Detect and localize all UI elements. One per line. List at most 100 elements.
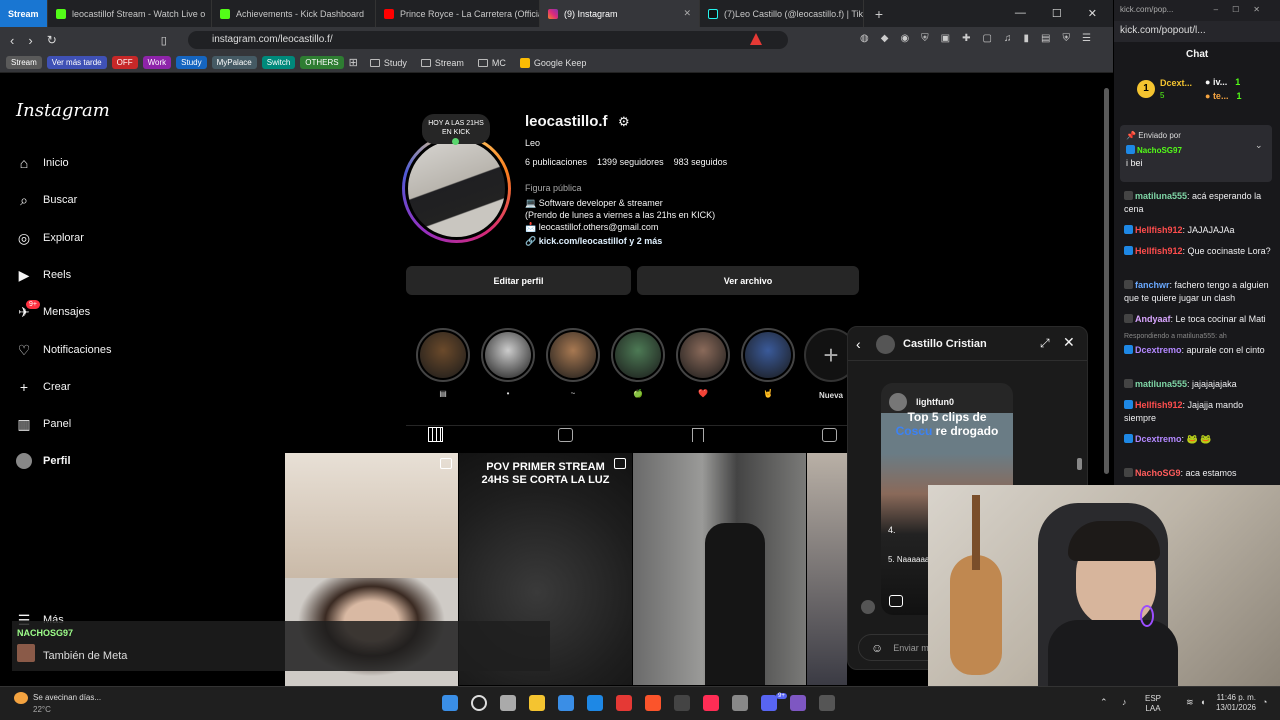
chat-message[interactable]: fanchwr: fachero tengo a alguien que te … (1124, 279, 1274, 305)
bookmark-chip[interactable]: OTHERS (300, 56, 344, 69)
bookmark-chip[interactable]: Switch (261, 56, 296, 69)
chat-username[interactable]: Andyaaf (1135, 314, 1171, 324)
close-icon[interactable]: ✕ (1063, 334, 1075, 351)
tiktok-icon[interactable] (703, 695, 719, 711)
chat-message[interactable]: Hellfish912: Que cocinaste Lora? (1124, 245, 1274, 258)
saved-tab-icon[interactable] (692, 428, 704, 442)
leaderboard-user[interactable]: ● iv... 1 (1205, 77, 1240, 87)
start-icon[interactable] (442, 695, 458, 711)
tab-youtube[interactable]: Prince Royce - La Carretera (Official V (376, 0, 540, 27)
chat-message[interactable]: matiluna555: jajajajajaka (1124, 378, 1274, 391)
extension-icon[interactable]: ◍ (860, 33, 869, 44)
edit-profile-button[interactable]: Editar perfil (406, 266, 631, 295)
profile-avatar-ring[interactable] (402, 134, 511, 243)
bookmark-icon[interactable]: ▯ (161, 34, 167, 47)
view-archive-button[interactable]: Ver archivo (637, 266, 859, 295)
nav-crear[interactable]: + Crear (16, 379, 71, 395)
brave-icon[interactable] (645, 695, 661, 711)
following-count[interactable]: 983 seguidos (674, 157, 728, 167)
story-highlight[interactable] (676, 328, 730, 382)
story-highlight[interactable] (741, 328, 795, 382)
puzzle-icon[interactable]: ✚ (962, 33, 970, 44)
story-highlight[interactable] (416, 328, 470, 382)
chat-message[interactable]: NachoSG9: aca estamos (1124, 467, 1274, 480)
leaderboard-user[interactable]: ● te... 1 (1205, 91, 1241, 101)
chat-username[interactable]: Hellfish912 (1135, 246, 1183, 256)
nav-buscar[interactable]: ⌕ Buscar (16, 192, 77, 208)
nav-explorar[interactable]: ◎ Explorar (16, 230, 84, 246)
minimize-icon[interactable]: — (1015, 7, 1026, 20)
grid-tab-icon[interactable] (428, 427, 443, 442)
store-icon[interactable] (558, 695, 574, 711)
screenshot-icon[interactable]: ▢ (983, 33, 992, 44)
chat-username[interactable]: Dcextremo (1135, 345, 1182, 355)
app-icon[interactable] (616, 695, 632, 711)
file-explorer-icon[interactable] (529, 695, 545, 711)
page-scrollbar[interactable] (1104, 88, 1109, 474)
chat-message[interactable]: Hellfish912: Jajajja mando siempre (1124, 399, 1274, 425)
instagram-logo[interactable]: Instagram (16, 100, 110, 121)
app-icon[interactable] (587, 695, 603, 711)
nav-panel[interactable]: ▥ Panel (16, 416, 71, 432)
chat-message[interactable]: Dcextremo: apurale con el cinto (1124, 344, 1274, 357)
volume-icon[interactable]: ◖ (1200, 697, 1205, 707)
nav-reels[interactable]: ▶ Reels (16, 267, 72, 283)
chat-username[interactable]: Hellfish912 (1135, 225, 1183, 235)
tab-kick-dashboard[interactable]: Achievements - Kick Dashboard (212, 0, 376, 27)
nav-notificaciones[interactable]: ♡ Notificaciones (16, 342, 112, 358)
chat-username[interactable]: Hellfish912 (1135, 400, 1183, 410)
notifications-icon[interactable]: ◔ (1262, 697, 1267, 707)
banner-text[interactable]: También de Meta (43, 650, 127, 662)
tab-tiktok[interactable]: (7)Leo Castillo (@leocastillo.f) | TikTo (700, 0, 864, 27)
chat-username[interactable]: fanchwr (1135, 280, 1170, 290)
extension-icon[interactable]: ◆ (881, 33, 889, 44)
grid-post[interactable] (807, 453, 847, 685)
close-tab-icon[interactable]: ✕ (677, 8, 691, 19)
app-icon[interactable] (790, 695, 806, 711)
bookmark-google-keep[interactable]: Google Keep (519, 57, 586, 68)
music-icon[interactable]: ♫ (1004, 33, 1012, 44)
story-highlight[interactable] (611, 328, 665, 382)
apps-grid-icon[interactable]: ⊞ (349, 56, 358, 69)
dm-avatar[interactable] (876, 335, 895, 354)
task-view-icon[interactable] (500, 695, 516, 711)
search-icon[interactable] (471, 695, 487, 711)
language-indicator[interactable]: ESP LAA (1145, 694, 1161, 714)
bookmark-chip[interactable]: Ver más tarde (46, 56, 107, 69)
vpn-icon[interactable]: ⛨ (1062, 33, 1070, 44)
extension-icon[interactable]: ▣ (941, 33, 950, 44)
profile-link[interactable]: 🔗 kick.com/leocastillof y 2 más (525, 236, 662, 247)
discord-icon[interactable] (761, 695, 777, 711)
weather-title[interactable]: Se avecinan días... (33, 693, 101, 702)
chat-message[interactable]: Dcextremo: 🐸 🐸 (1124, 433, 1274, 446)
bookmark-folder[interactable]: Study (369, 58, 407, 68)
chat-username[interactable]: matiluna555 (1135, 379, 1187, 389)
bookmark-chip[interactable]: OFF (111, 56, 138, 69)
reels-tab-icon[interactable] (558, 428, 573, 442)
tab-instagram[interactable]: (9) Instagram ✕ (540, 0, 700, 27)
shield-icon[interactable]: ⛨ (921, 33, 929, 44)
back-icon[interactable]: ‹ (10, 33, 14, 48)
leaderboard-user[interactable]: Dcext... (1160, 78, 1192, 88)
mic-icon[interactable]: ♪ (1122, 697, 1127, 707)
chat-username[interactable]: NachoSG9 (1135, 468, 1181, 478)
chat-username[interactable]: matiluna555 (1135, 191, 1187, 201)
settings-icon[interactable] (732, 695, 748, 711)
back-icon[interactable]: ‹ (856, 336, 861, 352)
nav-perfil[interactable]: ● Perfil (16, 453, 71, 469)
menu-icon[interactable]: ☰ (1082, 33, 1091, 44)
tab-group-stream[interactable]: Stream (0, 0, 48, 27)
close-window-icon[interactable]: ✕ (1088, 7, 1097, 20)
bookmark-chip[interactable]: Work (142, 56, 172, 69)
chat-message[interactable]: Hellfish912: JAJAJAJAa (1124, 224, 1274, 237)
new-tab-icon[interactable]: + (864, 6, 894, 22)
posts-count[interactable]: 6 publicaciones (525, 157, 587, 167)
maximize-icon[interactable]: ☐ (1052, 7, 1062, 20)
chat-message[interactable]: matiluna555: acá esperando la cena (1124, 190, 1274, 216)
window-controls[interactable]: –☐✕ (1214, 5, 1274, 14)
bookmark-chip[interactable]: Stream (6, 56, 42, 69)
dm-contact-name[interactable]: Castillo Cristian (903, 338, 987, 350)
obs-icon[interactable] (674, 695, 690, 711)
tab-kick-stream[interactable]: leocastillof Stream - Watch Live o (48, 0, 212, 27)
bookmark-folder[interactable]: Stream (420, 58, 464, 68)
